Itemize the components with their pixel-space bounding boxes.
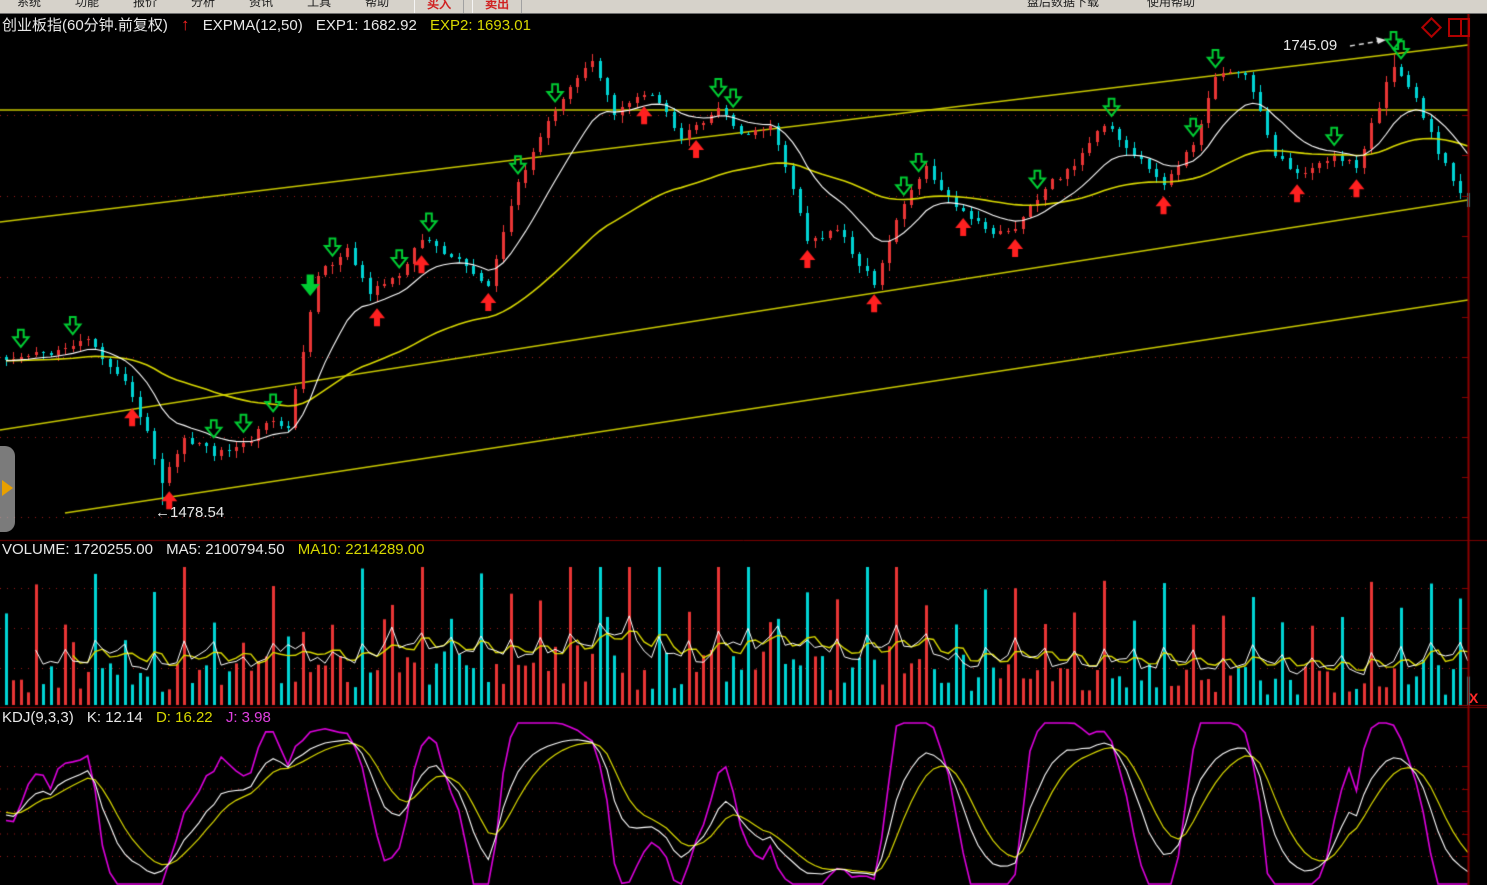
chart-canvas[interactable] bbox=[0, 0, 1487, 885]
trading-app-window: 系统 功能 报价 分析 资讯 工具 帮助 买入 卖出 盘后数据下载 使用帮助 创… bbox=[0, 0, 1487, 885]
chart-title: 创业板指(60分钟.前复权) bbox=[2, 17, 168, 34]
sidebar-toggle-handle[interactable] bbox=[0, 446, 15, 532]
split-window-icon[interactable] bbox=[1448, 18, 1470, 37]
volume-ma5-label: MA5: 2100794.50 bbox=[166, 541, 284, 558]
kdj-d-label: D: 16.22 bbox=[156, 709, 213, 726]
menu-item-system[interactable]: 系统 bbox=[0, 0, 58, 10]
main-chart-header: 创业板指(60分钟.前复权) ↑ EXPMA(12,50) EXP1: 1682… bbox=[2, 14, 540, 35]
menu-item-analysis[interactable]: 分析 bbox=[174, 0, 232, 10]
exp2-value-label: EXP2: 1693.01 bbox=[430, 17, 531, 34]
expand-arrow-icon bbox=[2, 480, 13, 496]
kdj-j-label: J: 3.98 bbox=[226, 709, 271, 726]
menu-item-data-download[interactable]: 盘后数据下载 bbox=[1003, 0, 1123, 10]
volume-ma10-label: MA10: 2214289.00 bbox=[298, 541, 425, 558]
menu-item-function[interactable]: 功能 bbox=[58, 0, 116, 10]
volume-value-label: VOLUME: 1720255.00 bbox=[2, 541, 153, 558]
high-price-annotation: 1745.09 bbox=[1283, 37, 1337, 54]
menu-bar: 系统 功能 报价 分析 资讯 工具 帮助 买入 卖出 盘后数据下载 使用帮助 bbox=[0, 0, 1487, 14]
exp1-value-label: EXP1: 1682.92 bbox=[316, 17, 417, 34]
indicator-name-label[interactable]: EXPMA(12,50) bbox=[203, 17, 303, 34]
menu-item-help[interactable]: 帮助 bbox=[348, 0, 406, 10]
menu-item-news[interactable]: 资讯 bbox=[232, 0, 290, 10]
menu-bar-spacer bbox=[1219, 0, 1487, 10]
menu-item-usage-help[interactable]: 使用帮助 bbox=[1123, 0, 1219, 10]
volume-panel-header: VOLUME: 1720255.00 MA5: 2100794.50 MA10:… bbox=[2, 541, 434, 558]
close-indicator-icon[interactable]: X bbox=[1469, 690, 1478, 706]
split-window-icon-divider bbox=[1460, 20, 1462, 35]
kdj-panel-header: KDJ(9,3,3) K: 12.14 D: 16.22 J: 3.98 bbox=[2, 709, 280, 726]
low-price-annotation: ←1478.54 bbox=[155, 504, 224, 521]
sell-button[interactable]: 卖出 bbox=[472, 0, 522, 14]
up-arrow-icon: ↑ bbox=[181, 15, 190, 34]
kdj-k-label: K: 12.14 bbox=[87, 709, 143, 726]
kdj-indicator-label[interactable]: KDJ(9,3,3) bbox=[2, 709, 74, 726]
menu-item-quotes[interactable]: 报价 bbox=[116, 0, 174, 10]
buy-button[interactable]: 买入 bbox=[414, 0, 464, 14]
menu-item-tools[interactable]: 工具 bbox=[290, 0, 348, 10]
